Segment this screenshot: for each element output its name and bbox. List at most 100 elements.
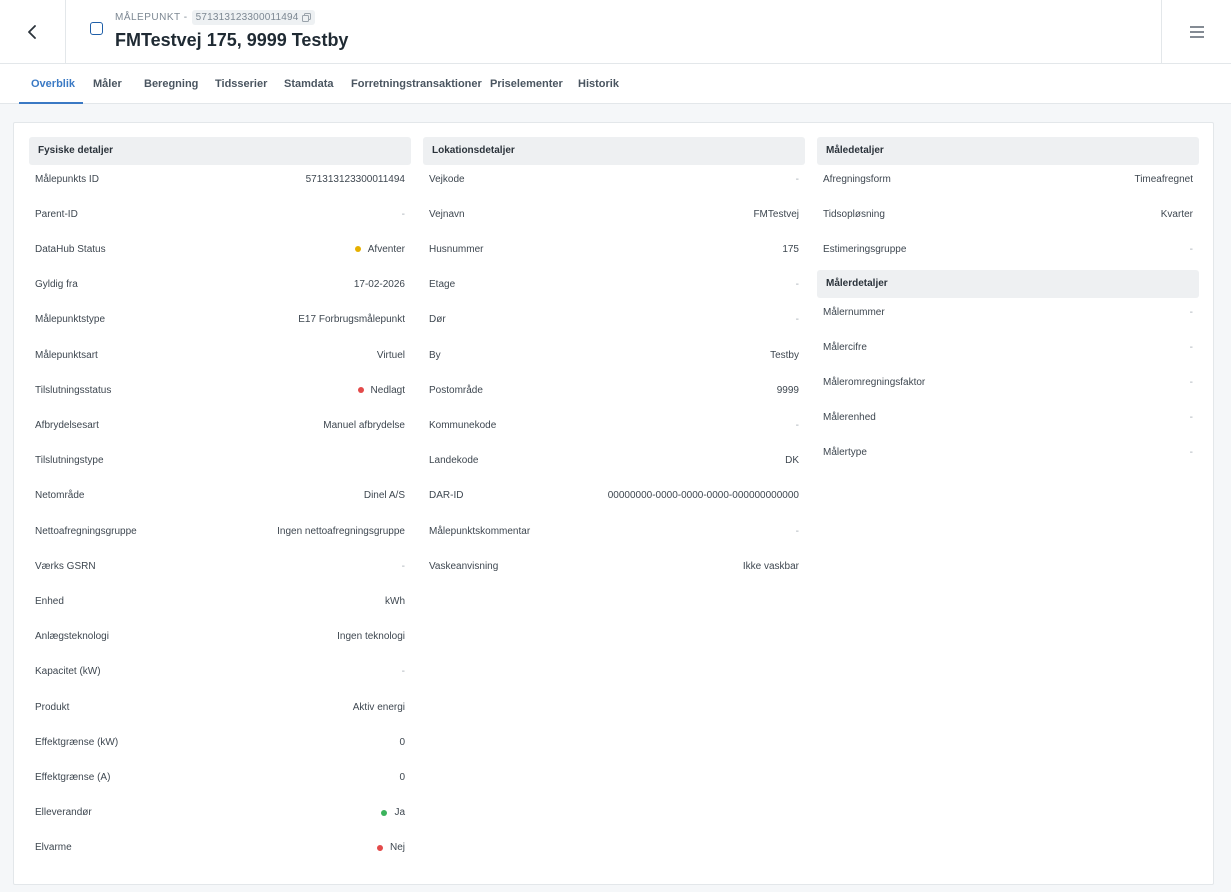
detail-value-text: - bbox=[795, 419, 799, 431]
detail-value-text: 0 bbox=[399, 736, 405, 748]
detail-row: Netområde Dinel A/S bbox=[35, 486, 405, 506]
detail-value: - bbox=[796, 279, 799, 290]
detail-value: Ja bbox=[381, 807, 405, 818]
detail-value-text: 00000000-0000-0000-0000-000000000000 bbox=[607, 490, 799, 502]
detail-label: Enhed bbox=[35, 595, 64, 607]
detail-row: Målernummer - bbox=[823, 302, 1193, 322]
active-tab-indicator bbox=[19, 102, 83, 104]
copy-icon bbox=[301, 12, 311, 22]
detail-value: - bbox=[402, 666, 405, 677]
detail-row: Estimeringsgruppe - bbox=[823, 239, 1193, 259]
detail-value-text: FMTestvej bbox=[753, 208, 799, 220]
detail-label: Tilslutningsstatus bbox=[35, 384, 112, 396]
tab-tidsserier[interactable]: Tidsserier bbox=[215, 64, 267, 104]
detail-value-text: - bbox=[401, 560, 405, 572]
hamburger-menu-icon bbox=[1189, 25, 1204, 38]
detail-row: Målepunktstype E17 Forbrugsmålepunkt bbox=[35, 310, 405, 330]
detail-row: Postområde 9999 bbox=[429, 380, 799, 400]
detail-label: Anlægsteknologi bbox=[35, 631, 109, 643]
detail-label: Elleverandør bbox=[35, 807, 92, 819]
tab-stamdata[interactable]: Stamdata bbox=[284, 64, 334, 104]
detail-row: Målertype - bbox=[823, 443, 1193, 463]
detail-row: Gyldig fra 17-02-2026 bbox=[35, 275, 405, 295]
detail-value-text: - bbox=[401, 666, 405, 678]
detail-value-text: - bbox=[1189, 341, 1193, 353]
detail-row: Målepunktsart Virtuel bbox=[35, 345, 405, 365]
detail-label: DAR-ID bbox=[429, 490, 464, 502]
detail-label: Kapacitet (kW) bbox=[35, 666, 101, 678]
tab-beregning[interactable]: Beregning bbox=[144, 64, 198, 104]
select-checkbox[interactable] bbox=[90, 22, 103, 35]
detail-value: 0 bbox=[399, 772, 405, 783]
tab-historik[interactable]: Historik bbox=[578, 64, 619, 104]
detail-value: - bbox=[796, 314, 799, 325]
detail-row: Vejnavn FMTestvej bbox=[429, 204, 799, 224]
detail-label: Effektgrænse (A) bbox=[35, 771, 111, 783]
detail-label: Nettoafregningsgruppe bbox=[35, 525, 137, 537]
detail-value: DK bbox=[785, 455, 799, 466]
detail-label: Elvarme bbox=[35, 842, 72, 854]
tab-priselementer[interactable]: Priselementer bbox=[490, 64, 563, 104]
detail-value: Afventer bbox=[354, 244, 405, 255]
detail-label: Landekode bbox=[429, 455, 479, 467]
detail-value: 0 bbox=[399, 737, 405, 748]
section-heading: Fysiske detaljer bbox=[29, 137, 411, 165]
detail-value: 17-02-2026 bbox=[354, 279, 405, 290]
detail-row: Målepunktskommentar - bbox=[429, 521, 799, 541]
detail-value: Aktiv energi bbox=[353, 702, 405, 713]
detail-label: Parent-ID bbox=[35, 208, 78, 220]
detail-value-text: - bbox=[1189, 412, 1193, 424]
menu-button[interactable] bbox=[1161, 0, 1231, 63]
copy-id-chip[interactable]: 571313123300011494 bbox=[191, 9, 315, 25]
detail-row: Kapacitet (kW) - bbox=[35, 662, 405, 682]
detail-label: Netområde bbox=[35, 490, 85, 502]
metering-point-id: 571313123300011494 bbox=[195, 11, 299, 23]
section-heading: Målerdetaljer bbox=[817, 270, 1199, 298]
detail-value: - bbox=[1190, 244, 1193, 255]
detail-row: Landekode DK bbox=[429, 451, 799, 471]
detail-value-text: Dinel A/S bbox=[363, 490, 405, 502]
tab-forretningstransaktioner[interactable]: Forretningstransaktioner bbox=[351, 64, 482, 104]
detail-value-text: Ingen teknologi bbox=[337, 631, 405, 643]
detail-value-text: 17-02-2026 bbox=[353, 279, 405, 291]
detail-value-text: Nej bbox=[389, 842, 405, 854]
tab-overblik[interactable]: Overblik bbox=[31, 64, 75, 104]
detail-label: By bbox=[429, 349, 441, 361]
detail-row: By Testby bbox=[429, 345, 799, 365]
section-heading: Lokationsdetaljer bbox=[423, 137, 805, 165]
detail-value: - bbox=[1190, 342, 1193, 353]
detail-label: Etage bbox=[429, 279, 456, 291]
detail-row: Enhed kWh bbox=[35, 591, 405, 611]
detail-row: Anlægsteknologi Ingen teknologi bbox=[35, 627, 405, 647]
detail-value: Ikke vaskbar bbox=[743, 561, 799, 572]
back-button[interactable] bbox=[0, 0, 66, 63]
detail-value: Manuel afbrydelse bbox=[323, 420, 405, 431]
detail-row: Effektgrænse (kW) 0 bbox=[35, 732, 405, 752]
tab-maaler[interactable]: Måler bbox=[93, 64, 122, 104]
detail-value: Ingen teknologi bbox=[337, 631, 405, 642]
detail-label: Målepunktsart bbox=[35, 349, 98, 361]
detail-label: Tidsopløsning bbox=[823, 208, 885, 220]
detail-label: Estimeringsgruppe bbox=[823, 243, 907, 255]
detail-value-text: Ingen nettoafregningsgruppe bbox=[277, 525, 405, 537]
detail-value-text: - bbox=[1189, 306, 1193, 318]
detail-row: Tilslutningsstatus Nedlagt bbox=[35, 380, 405, 400]
detail-label: Måleromregningsfaktor bbox=[823, 376, 926, 388]
detail-value-text: 9999 bbox=[776, 384, 799, 396]
detail-label: Målertype bbox=[823, 447, 867, 459]
detail-label: Kommunekode bbox=[429, 419, 497, 431]
section-heading: Måledetaljer bbox=[817, 137, 1199, 165]
detail-value-text: - bbox=[401, 208, 405, 220]
status-dot-icon bbox=[376, 844, 383, 851]
detail-label: Husnummer bbox=[429, 243, 484, 255]
overview-card: Fysiske detaljer Målepunkts ID 57131312330… bbox=[13, 122, 1214, 885]
breadcrumb: MÅLEPUNKT - 571313123300011494 bbox=[115, 9, 315, 25]
detail-row: Husnummer 175 bbox=[429, 239, 799, 259]
detail-row: Måleromregningsfaktor - bbox=[823, 372, 1193, 392]
detail-value-text: - bbox=[795, 173, 799, 185]
detail-label: Vaskeanvisning bbox=[429, 560, 499, 572]
status-dot-icon bbox=[357, 387, 364, 394]
detail-value-text: 571313123300011494 bbox=[305, 173, 405, 185]
detail-label: Postområde bbox=[429, 384, 483, 396]
detail-label: Dør bbox=[429, 314, 446, 326]
